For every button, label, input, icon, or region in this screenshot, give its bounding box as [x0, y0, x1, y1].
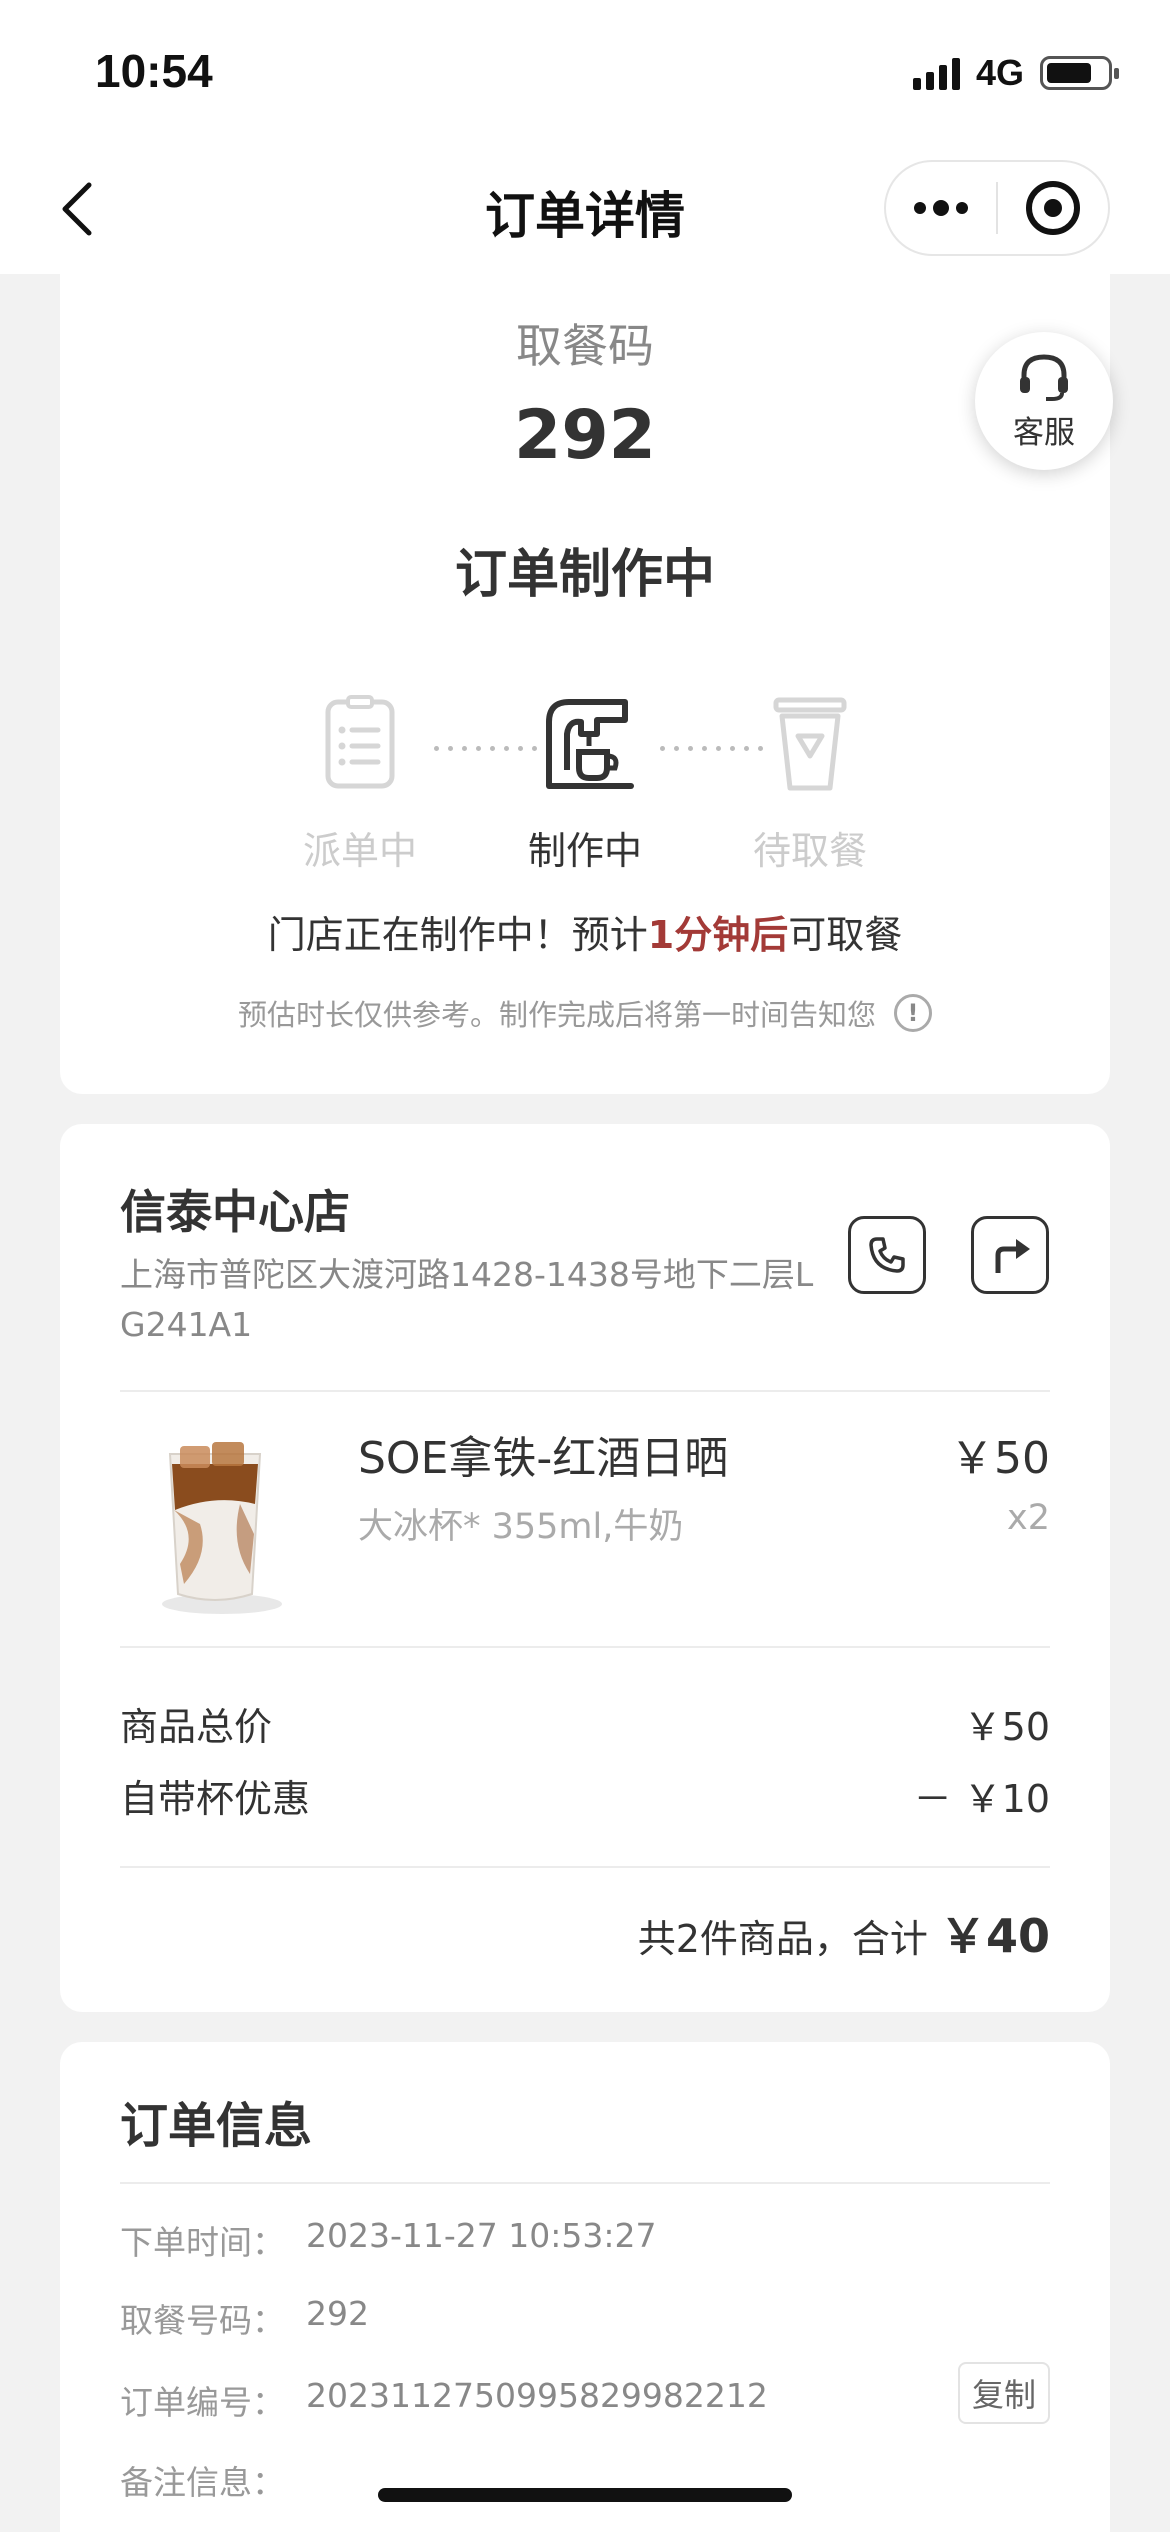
eta-note-text: 预估时长仅供参考。制作完成后将第一时间告知您	[237, 998, 876, 1032]
step-label: 派单中	[302, 829, 417, 873]
pickup-code-label: 取餐码	[516, 319, 654, 373]
eta-text-end: 可取餐	[788, 913, 903, 957]
order-info-card: 订单信息 下单时间： 2023-11-27 10:53:27 取餐号码： 292…	[60, 2042, 1110, 2532]
step-making: 制作中	[505, 694, 665, 875]
divider	[120, 1390, 1050, 1392]
mini-program-capsule	[884, 160, 1110, 256]
divider	[120, 1646, 1050, 1648]
cup-icon	[773, 697, 847, 791]
step-label: 制作中	[527, 829, 642, 873]
status-indicators: 4G	[912, 52, 1119, 94]
order-status: 订单制作中	[454, 545, 715, 605]
step-dispatching: 派单中	[280, 694, 440, 875]
pickup-number-label: 取餐号码：	[120, 2301, 285, 2340]
navigate-button[interactable]	[971, 1216, 1049, 1294]
discount-label: 自带杯优惠	[120, 1777, 311, 1821]
step-ready: 待取餐	[730, 694, 890, 875]
order-time-value: 2023-11-27 10:53:27	[306, 2216, 657, 2255]
home-indicator[interactable]	[378, 2488, 792, 2502]
total-prefix: 共2件商品，合计	[637, 1917, 928, 1961]
customer-service-label: 客服	[1013, 414, 1075, 451]
order-total: 共2件商品，合计 ￥40	[638, 1900, 1050, 1966]
order-number-value: 202311275099582998221​2	[306, 2376, 768, 2415]
nav-bar: 订单详情	[0, 150, 1170, 274]
store-address: 上海市普陀区大渡河路1428-1438号地下二层LG241A1	[120, 1255, 814, 1344]
copy-order-number-button[interactable]: 复制	[957, 2362, 1050, 2424]
subtotal-label: 商品总价	[120, 1705, 273, 1749]
divider	[120, 1866, 1050, 1868]
progress-steps: 派单中 制作中 待取餐	[60, 694, 1110, 873]
more-button[interactable]	[886, 162, 996, 254]
status-bar: 10:54 4G	[0, 0, 1170, 150]
total-amount: ￥40	[939, 1909, 1050, 1963]
store-order-card: 信泰中心店 上海市普陀区大渡河路1428-1438号地下二层LG241A1 SO…	[60, 1124, 1110, 2012]
more-dots-icon	[914, 200, 968, 216]
navigation-arrow-icon	[995, 1239, 1030, 1273]
order-info-title: 订单信息	[120, 2098, 313, 2154]
battery-level	[1047, 63, 1091, 83]
pickup-card: 取餐码 292 订单制作中 派单中 制作中 待取餐 门店正在制作中！预计1分钟后…	[60, 274, 1110, 1094]
info-icon[interactable]: !	[894, 994, 932, 1032]
subtotal-value: ￥50	[963, 1705, 1050, 1749]
eta-message: 门店正在制作中！预计1分钟后可取餐	[60, 904, 1110, 959]
product-name: SOE拿铁-红酒日晒	[358, 1433, 729, 1484]
order-number-label: 订单编号：	[120, 2383, 285, 2422]
headset-icon	[1020, 353, 1068, 401]
order-detail-page: 10:54 4G 订单详情 取餐码 292 订单制作中 派单中 制作中 待取餐 …	[0, 0, 1170, 2532]
eta-text: 门店正在制作中！预计	[267, 913, 648, 957]
store-name: 信泰中心店	[120, 1185, 350, 1239]
product-spec: 大冰杯* 355ml,牛奶	[358, 1507, 684, 1547]
coffee-machine-icon	[546, 699, 634, 789]
pickup-number-value: 292	[306, 2294, 369, 2333]
product-price: ￥50	[950, 1433, 1050, 1484]
step-label: 待取餐	[752, 829, 867, 873]
customer-service-button[interactable]: 客服	[975, 332, 1113, 470]
battery-icon	[1040, 56, 1119, 90]
call-store-button[interactable]	[848, 1216, 926, 1294]
signal-icon	[912, 56, 960, 90]
order-time-label: 下单时间：	[120, 2223, 285, 2262]
pickup-code: 292	[514, 396, 656, 475]
order-list-icon	[325, 695, 395, 789]
target-circle-icon	[1026, 181, 1080, 235]
close-button[interactable]	[998, 162, 1108, 254]
discount-value: － ￥10	[913, 1777, 1050, 1821]
network-label: 4G	[975, 52, 1024, 93]
product-image	[162, 1442, 282, 1614]
phone-icon	[869, 1237, 905, 1273]
remark-label: 备注信息：	[120, 2463, 285, 2502]
eta-highlight: 1分钟后	[647, 913, 789, 957]
product-quantity: x2	[1007, 1498, 1050, 1538]
status-time: 10:54	[95, 45, 213, 97]
eta-note: 预估时长仅供参考。制作完成后将第一时间告知您 !	[60, 992, 1110, 1034]
divider	[120, 2182, 1050, 2184]
